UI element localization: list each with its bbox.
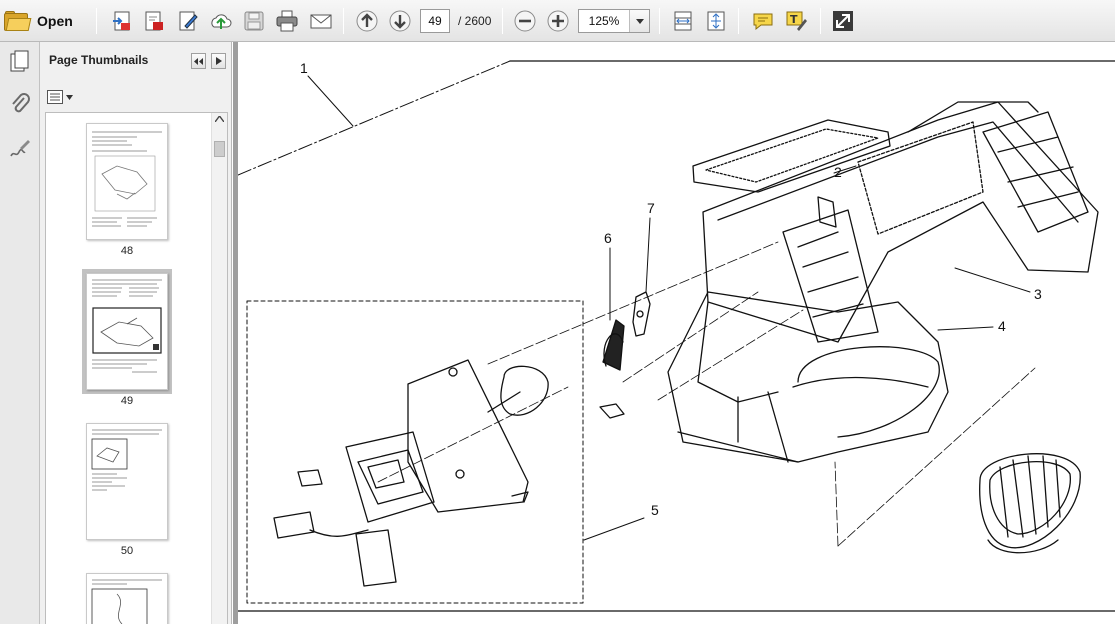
fullscreen-button[interactable]: [829, 7, 857, 35]
comment-button[interactable]: [748, 7, 778, 35]
toolbar-separator: [343, 8, 344, 34]
attachments-tab[interactable]: [6, 90, 34, 118]
toolbar-separator: [738, 8, 739, 34]
thumbnail-page-number: 48: [120, 245, 134, 257]
expand-panel-button[interactable]: [211, 53, 226, 69]
collapse-panel-button[interactable]: [191, 53, 206, 69]
thumbnail-page-49[interactable]: [86, 273, 168, 390]
callout-3: 3: [1034, 286, 1042, 302]
save-button[interactable]: [240, 7, 268, 35]
navigation-rail: [0, 42, 40, 624]
next-page-button[interactable]: [386, 7, 414, 35]
scrollbar-thumb[interactable]: [214, 141, 225, 157]
create-pdf-button[interactable]: [108, 7, 136, 35]
callout-2: 2: [834, 164, 842, 180]
double-chevron-left-icon: [194, 57, 203, 65]
previous-page-icon: [356, 10, 378, 32]
fit-page-icon: [707, 11, 725, 31]
highlight-icon: T: [786, 11, 807, 31]
edit-pdf-button[interactable]: [140, 7, 168, 35]
options-list-icon: [47, 90, 63, 104]
fit-width-button[interactable]: [669, 7, 697, 35]
panel-header: Page Thumbnails: [40, 42, 232, 80]
edit-pdf-icon: [145, 11, 163, 31]
thumbnail-preview: [92, 131, 162, 227]
fit-page-button[interactable]: [702, 7, 730, 35]
scroll-up-icon[interactable]: [215, 116, 224, 122]
toolbar-separator: [820, 8, 821, 34]
chevron-right-icon: [215, 57, 222, 65]
zoom-out-icon: [514, 10, 536, 32]
print-icon: [276, 10, 298, 32]
email-button[interactable]: [306, 7, 336, 35]
document-page[interactable]: 1 2 3 4 5 6 7: [238, 42, 1115, 624]
thumbnail-scrollbar[interactable]: [211, 113, 227, 624]
zoom-select[interactable]: 125%: [578, 9, 650, 33]
sign-icon: [179, 11, 198, 31]
svg-text:T: T: [790, 13, 798, 26]
thumbnail-options-button[interactable]: [47, 88, 73, 106]
thumbnail-page-number: 50: [120, 545, 134, 557]
thumbnail-page-48[interactable]: [86, 123, 168, 240]
email-icon: [310, 14, 332, 29]
create-pdf-icon: [113, 11, 130, 31]
print-button[interactable]: [272, 7, 302, 35]
folder-open-icon: [4, 11, 32, 31]
zoom-in-button[interactable]: [544, 7, 572, 35]
page-total: / 2600: [458, 14, 492, 28]
signatures-tab[interactable]: [6, 134, 34, 162]
sign-button[interactable]: [174, 7, 202, 35]
callout-5: 5: [651, 502, 659, 518]
zoom-in-icon: [547, 10, 569, 32]
next-page-icon: [389, 10, 411, 32]
signature-pen-icon: [10, 140, 30, 157]
zoom-out-button[interactable]: [511, 7, 539, 35]
upload-icon: [211, 14, 232, 29]
page-number-input[interactable]: [420, 9, 450, 33]
callout-4: 4: [998, 318, 1006, 334]
exploded-parts-diagram: [238, 60, 1115, 612]
thumbnail-page-partial[interactable]: [86, 573, 168, 624]
callout-6: 6: [604, 230, 612, 246]
save-icon: [244, 11, 264, 31]
open-label: Open: [37, 13, 73, 29]
thumbnail-page-number: 49: [120, 395, 134, 407]
thumbnail-preview: [92, 279, 162, 373]
chevron-down-icon[interactable]: [629, 10, 649, 32]
open-button[interactable]: Open: [4, 7, 80, 35]
zoom-value: 125%: [588, 14, 620, 28]
thumbnail-list[interactable]: 48 49 50: [45, 112, 228, 624]
thumbnail-preview: [91, 429, 162, 491]
highlight-text-button[interactable]: T: [782, 7, 812, 35]
callout-1: 1: [300, 60, 308, 76]
pages-icon: [10, 50, 29, 72]
page-thumbnails-tab[interactable]: [6, 48, 34, 76]
callout-7: 7: [647, 200, 655, 216]
toolbar-separator: [659, 8, 660, 34]
upload-button[interactable]: [206, 7, 236, 35]
panel-title: Page Thumbnails: [49, 53, 149, 67]
thumbnails-panel: Page Thumbnails 48 49 50: [40, 42, 232, 624]
toolbar-separator: [96, 8, 97, 34]
main-toolbar: Open 49 / 2600 125% T: [0, 0, 1115, 42]
fullscreen-icon: [833, 11, 853, 31]
toolbar-separator: [502, 8, 503, 34]
chevron-down-icon: [66, 94, 73, 100]
comment-icon: [753, 13, 773, 31]
thumbnail-page-50[interactable]: [86, 423, 168, 540]
fit-width-icon: [674, 11, 692, 31]
previous-page-button[interactable]: [353, 7, 381, 35]
paperclip-icon: [12, 93, 30, 113]
thumbnail-preview: [91, 579, 162, 624]
